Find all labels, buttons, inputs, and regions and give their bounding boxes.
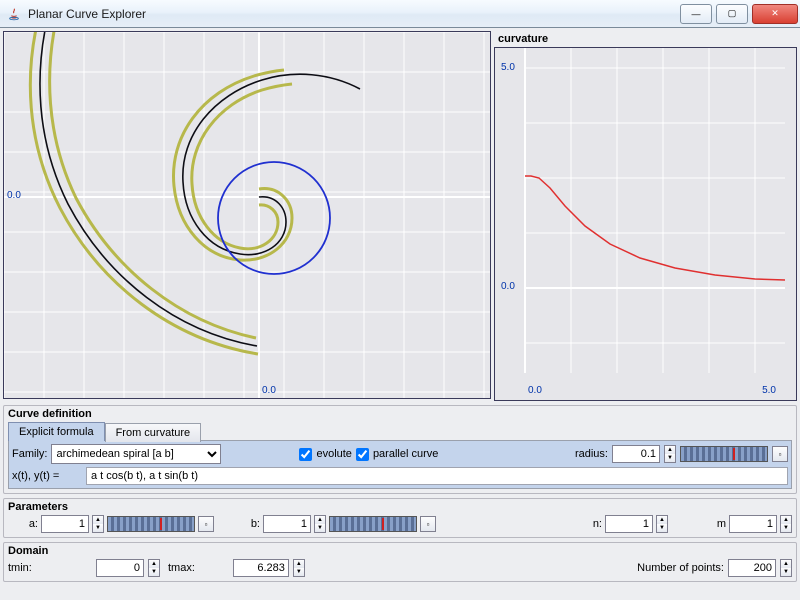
curve-definition-title: Curve definition (8, 408, 792, 420)
minimize-button[interactable]: — (680, 4, 712, 24)
evolute-checkbox[interactable] (299, 448, 312, 461)
family-select[interactable]: archimedean spiral [a b] (51, 444, 221, 464)
a-spinner[interactable]: ▲▼ (92, 515, 104, 533)
a-input[interactable] (41, 515, 89, 533)
radius-reset-button[interactable]: ▫ (772, 446, 788, 462)
family-label: Family: (12, 448, 47, 460)
tab-explicit-formula[interactable]: Explicit formula (8, 422, 105, 441)
maximize-button[interactable]: ▢ (716, 4, 748, 24)
window-title: Planar Curve Explorer (28, 7, 678, 21)
parallel-checkbox[interactable] (356, 448, 369, 461)
titlebar: Planar Curve Explorer — ▢ ✕ (0, 0, 800, 28)
tmin-spinner[interactable]: ▲▼ (148, 559, 160, 577)
b-label: b: (240, 518, 260, 530)
parallel-label: parallel curve (373, 448, 438, 460)
curv-x0: 0.0 (528, 385, 542, 396)
xy-label: x(t), y(t) = (12, 470, 82, 482)
radius-label: radius: (575, 448, 608, 460)
b-gauge[interactable] (329, 516, 417, 532)
npts-spinner[interactable]: ▲▼ (780, 559, 792, 577)
evolute-label: evolute (316, 448, 351, 460)
m-label: m (706, 518, 726, 530)
n-label: n: (582, 518, 602, 530)
xy-formula-input[interactable] (86, 467, 788, 485)
n-spinner[interactable]: ▲▼ (656, 515, 668, 533)
curv-y0: 0.0 (501, 281, 515, 292)
tab-body-explicit: Family: archimedean spiral [a b] evolute… (8, 440, 792, 489)
b-spinner[interactable]: ▲▼ (314, 515, 326, 533)
radius-spinner[interactable]: ▲▼ (664, 445, 676, 463)
curvature-panel: curvature 5.0 0.0 0.0 5.0 (494, 31, 797, 401)
parameters-group: Parameters a: ▲▼ ▫ b: ▲▼ ▫ n: ▲▼ (3, 498, 797, 538)
close-button[interactable]: ✕ (752, 4, 798, 24)
java-icon (6, 6, 22, 22)
radius-gauge[interactable] (680, 446, 768, 462)
tmin-label: tmin: (8, 562, 48, 574)
main-plot-y0-label: 0.0 (7, 190, 21, 201)
window-buttons: — ▢ ✕ (678, 2, 800, 26)
b-input[interactable] (263, 515, 311, 533)
main-plot[interactable]: 0.0 0.0 (3, 31, 491, 399)
domain-group: Domain tmin: ▲▼ tmax: ▲▼ Number of point… (3, 542, 797, 582)
radius-input[interactable] (612, 445, 660, 463)
n-input[interactable] (605, 515, 653, 533)
curvature-title: curvature (494, 31, 797, 47)
parameters-title: Parameters (8, 501, 792, 513)
b-reset-button[interactable]: ▫ (420, 516, 436, 532)
curv-y1: 5.0 (501, 62, 515, 73)
tmax-input[interactable] (233, 559, 289, 577)
tmax-label: tmax: (168, 562, 195, 574)
domain-title: Domain (8, 545, 792, 557)
curvedef-tabs: Explicit formula From curvature (8, 422, 792, 441)
tab-from-curvature[interactable]: From curvature (105, 423, 202, 442)
tmin-input[interactable] (96, 559, 144, 577)
npts-label: Number of points: (637, 562, 724, 574)
curvature-plot[interactable]: 5.0 0.0 0.0 5.0 (494, 47, 797, 401)
a-gauge[interactable] (107, 516, 195, 532)
m-spinner[interactable]: ▲▼ (780, 515, 792, 533)
main-plot-panel: 0.0 0.0 (3, 31, 491, 401)
a-reset-button[interactable]: ▫ (198, 516, 214, 532)
tmax-spinner[interactable]: ▲▼ (293, 559, 305, 577)
curve-definition-group: Curve definition Explicit formula From c… (3, 405, 797, 494)
m-input[interactable] (729, 515, 777, 533)
a-label: a: (8, 518, 38, 530)
npts-input[interactable] (728, 559, 776, 577)
main-plot-x0-label: 0.0 (262, 385, 276, 396)
curv-x1: 5.0 (762, 385, 776, 396)
